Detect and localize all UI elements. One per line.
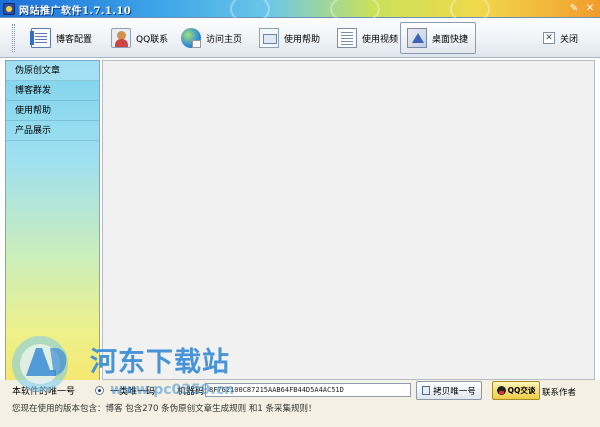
app-icon — [3, 3, 15, 15]
toolbar-grip[interactable] — [12, 24, 15, 52]
sidebar-item-pseudo-original[interactable]: 伪原创文章 — [6, 61, 99, 81]
qq-contact-icon — [111, 28, 131, 48]
main-toolbar: 博客配置 QQ联系 访问主页 使用帮助 使用视频 桌面快捷 ✕ 关闭 — [0, 18, 600, 58]
title-bar: 网站推广软件1.7.1.10 ✎ ✕ — [0, 0, 600, 24]
toolbar-label: 使用视频 — [362, 34, 399, 45]
unique-code-radio[interactable] — [95, 386, 105, 395]
window-title: 网站推广软件1.7.1.10 — [19, 6, 132, 17]
toolbar-label: 关闭 — [560, 34, 579, 45]
blog-config-button[interactable]: 博客配置 — [24, 22, 99, 54]
qq-penguin-icon — [496, 386, 506, 395]
qq-button-label: QQ交谈 — [507, 386, 536, 395]
video-button[interactable]: 使用视频 — [330, 22, 405, 54]
machine-code-label: 机器码 — [177, 387, 205, 397]
pin-icon[interactable]: ✎ — [568, 3, 580, 15]
sidebar-item-products[interactable]: 产品展示 — [6, 121, 99, 141]
copy-icon — [422, 386, 431, 395]
qq-chat-button[interactable]: QQ交谈 — [492, 381, 540, 400]
help-icon — [259, 28, 279, 48]
blog-doc-icon — [30, 28, 51, 48]
qq-contact-button[interactable]: QQ联系 — [104, 22, 175, 54]
close-icon: ✕ — [543, 32, 555, 44]
contact-author-link[interactable]: 联系作者 — [542, 386, 576, 398]
toolbar-label: 桌面快捷 — [432, 34, 469, 45]
copy-unique-id-button[interactable]: 拷贝唯一号 — [416, 381, 482, 400]
toolbar-label: 博客配置 — [56, 34, 93, 45]
visit-homepage-button[interactable]: 访问主页 — [174, 22, 249, 54]
help-button[interactable]: 使用帮助 — [252, 22, 327, 54]
close-icon[interactable]: ✕ — [584, 3, 596, 15]
radio-label: 一类唯一码 — [110, 387, 156, 397]
globe-icon — [181, 28, 201, 48]
toolbar-label: 访问主页 — [206, 34, 243, 45]
main-content-panel — [102, 60, 595, 380]
desktop-shortcut-button[interactable]: 桌面快捷 — [400, 22, 476, 54]
sidebar-item-blog-mass-post[interactable]: 博客群发 — [6, 81, 99, 101]
left-sidebar: 伪原创文章 博客群发 使用帮助 产品展示 — [5, 60, 100, 395]
desktop-shortcut-icon — [407, 28, 427, 48]
machine-code-field[interactable]: 8F762100C87215AAB64FB44D5A4AC51D — [205, 383, 411, 397]
copy-button-label: 拷贝唯一号 — [433, 386, 476, 397]
sidebar-item-help[interactable]: 使用帮助 — [6, 101, 99, 121]
video-icon — [337, 28, 357, 48]
machine-label: 本软件的唯一号 — [12, 387, 76, 397]
version-info-text: 您现在使用的版本包含：博客 包含270 条伪原创文章生成规则 和1 条采集规则！ — [12, 404, 317, 414]
toolbar-label: 使用帮助 — [284, 34, 321, 45]
machine-code-row: 本软件的唯一号 一类唯一码 机器码 — [12, 384, 204, 397]
status-area: 本软件的唯一号 一类唯一码 机器码 8F762100C87215AAB64FB4… — [0, 380, 600, 427]
toolbar-label: QQ联系 — [136, 34, 169, 45]
close-app-button[interactable]: ✕ 关闭 — [536, 22, 585, 54]
